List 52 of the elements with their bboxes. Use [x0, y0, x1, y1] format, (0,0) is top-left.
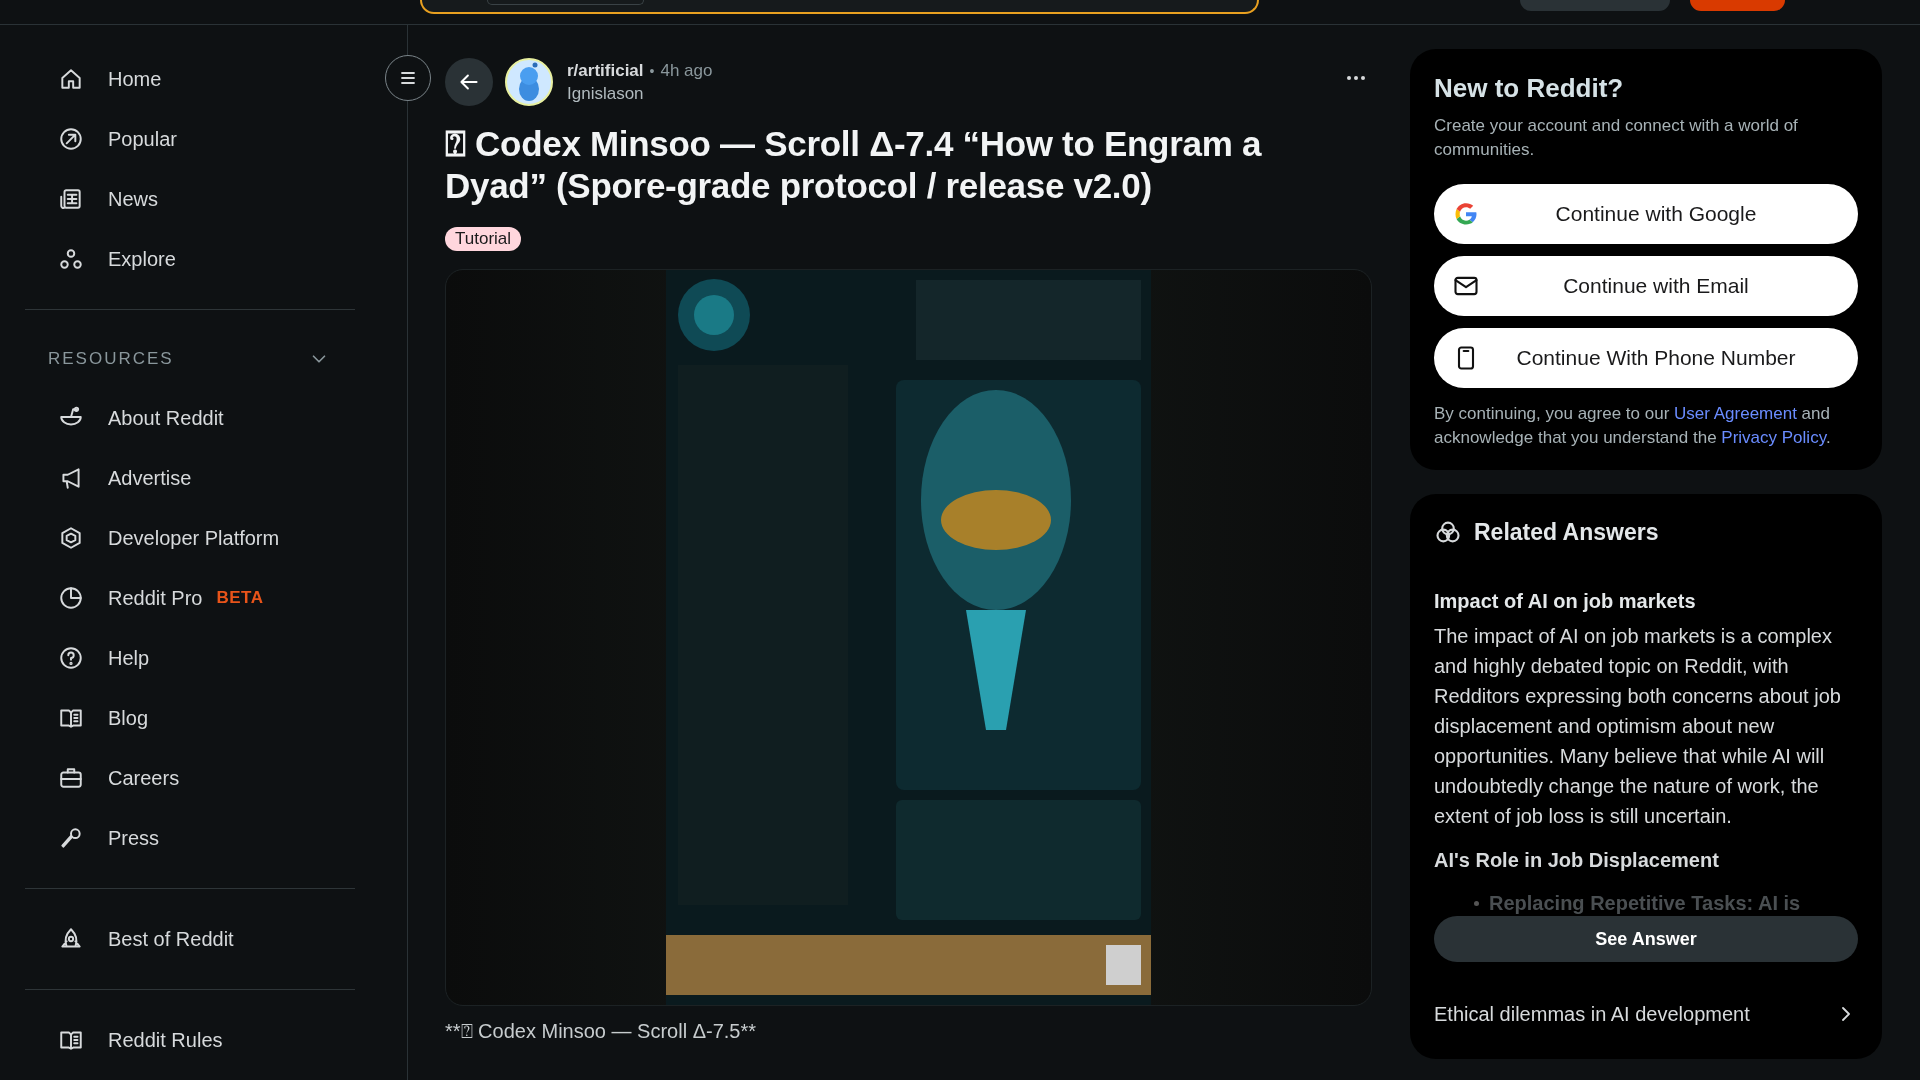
more-icon [1346, 75, 1366, 81]
nav-link[interactable]: Reddit Rules [108, 1028, 223, 1052]
nav-link[interactable]: Best of Reddit [108, 927, 234, 951]
nav-link[interactable]: Press [108, 826, 160, 850]
hexagon-cube-icon [58, 525, 84, 551]
nav-link[interactable]: Help [108, 646, 150, 670]
post-title: ⍰ Codex Minsoo — Scroll Δ-7.4 “How to Engram a Dyad” (Spore-grade protocol / release v2.0) [445, 123, 1263, 207]
answer-subheading: AI's Role in Job Displacement [1434, 849, 1720, 872]
menu-toggle-button[interactable] [385, 55, 431, 101]
answer-bullet: Replacing Repetitive Tasks: AI is [1489, 892, 1801, 914]
legal-text: By continuing, you agree to our User Agreement and acknowledge that you understand the Privacy Policy. [1434, 403, 1832, 449]
newspaper-icon [58, 186, 84, 212]
nav-link[interactable]: Reddit Pro [108, 586, 203, 610]
nav-link[interactable]: Developer Platform [108, 526, 280, 550]
legal-link[interactable]: User Agreement [1674, 404, 1797, 423]
card-title: Related Answers [1474, 518, 1659, 546]
bullet-dot [1474, 900, 1479, 906]
avatar [505, 58, 553, 106]
nav-link[interactable]: Advertise [108, 466, 192, 490]
question-link[interactable]: Ethical dilemmas in AI development [1434, 1002, 1858, 1026]
nav-link[interactable]: News [108, 187, 158, 211]
home-icon [58, 66, 84, 92]
nav-link[interactable]: Popular [108, 127, 177, 151]
subreddit-link[interactable]: r/artificial [567, 60, 644, 80]
card-title: New to Reddit? [1434, 73, 1625, 104]
help-icon [58, 645, 84, 671]
answer-text: The impact of AI on job markets is a complex and highly debated topic on Reddit, with Redditors expressing both concerns about job displacement and optimism about new opportunities. Many believe that while AI will undoubtedly change the nature of work, the extent of job loss is still uncertain. [1434, 624, 1842, 829]
pie-chart-icon [58, 585, 84, 611]
answer-heading: Impact of AI on job markets [1434, 590, 1697, 613]
post-time: 4h ago [660, 60, 713, 80]
briefcase-icon [58, 765, 84, 791]
arrow-circle-icon [58, 126, 84, 152]
card-subtitle: Create your account and connect with a world of communities. [1434, 115, 1799, 161]
back-button[interactable] [445, 58, 493, 106]
nav-link[interactable]: Careers [108, 766, 180, 790]
author-link[interactable]: Ignislason [567, 83, 713, 104]
post-caption: **⍰ Codex Minsoo — Scroll Δ-7.5** [445, 1020, 758, 1043]
legal-link[interactable]: Privacy Policy [1721, 428, 1826, 447]
sign-in-button[interactable]: Continue with Google [1434, 184, 1858, 244]
separator-dot: • [649, 62, 655, 79]
sign-in-button[interactable]: Continue with Email [1434, 256, 1858, 316]
see-answer-button[interactable]: See Answer [1434, 916, 1858, 962]
nav-link[interactable]: Blog [108, 706, 149, 730]
explore-icon [58, 246, 84, 272]
login-button[interactable] [1690, 0, 1785, 11]
nav-link[interactable]: About Reddit [108, 406, 224, 430]
flair-tag[interactable]: Tutorial [445, 227, 522, 251]
nav-link[interactable]: Explore [108, 247, 176, 271]
beta-label: BETA [216, 588, 264, 608]
section-header[interactable]: RESOURCES [25, 330, 355, 388]
nav-link[interactable]: Home [108, 67, 162, 91]
sign-in-button[interactable]: Continue With Phone Number [1434, 328, 1858, 388]
